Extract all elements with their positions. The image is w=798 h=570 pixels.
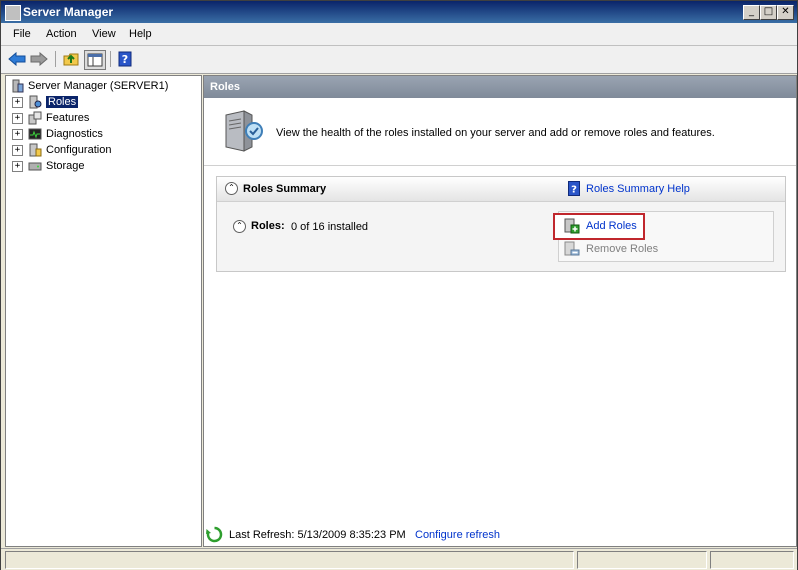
expand-icon[interactable]: + [12,96,23,108]
roles-icon [29,95,42,109]
status-bar [1,548,797,570]
back-button[interactable] [7,50,27,68]
close-button[interactable]: ✕ [777,5,794,20]
tree-item-label: Roles [46,96,79,108]
remove-roles-icon [564,241,580,256]
expand-icon[interactable]: + [12,128,23,140]
menu-view[interactable]: View [92,28,116,40]
details-pane: Roles View the health of the roles insta… [203,75,797,547]
server-manager-window: Server Manager _ □ ✕ File Action View He… [0,0,798,570]
tree-item-roles[interactable]: + Roles [12,94,79,110]
add-roles-icon [564,218,580,234]
collapse-icon[interactable]: ⌃ [225,182,238,195]
storage-icon [28,162,42,171]
menu-help[interactable]: Help [129,28,152,40]
add-roles-action[interactable]: Add Roles [553,213,645,240]
tree-item-storage[interactable]: + Storage [12,158,85,174]
refresh-icon[interactable] [206,526,223,543]
help-button[interactable]: ? [115,50,135,68]
expand-icon[interactable]: + [12,144,23,156]
expand-icon[interactable]: + [12,160,23,172]
show-hide-tree-icon [87,53,103,67]
show-hide-tree-button[interactable] [84,50,106,70]
forward-icon [30,52,48,66]
roles-description-text: View the health of the roles installed o… [276,127,715,139]
back-icon [8,52,26,66]
tree-item-label: Configuration [46,144,112,156]
tree-item-label: Diagnostics [46,128,103,140]
svg-text:?: ? [122,53,128,66]
console-tree: Server Manager (SERVER1) + Roles + Featu… [5,75,202,547]
toolbar: ? [1,46,797,74]
roles-description-banner: View the health of the roles installed o… [204,99,796,166]
server-manager-app-icon [5,5,21,21]
help-icon: ? [568,181,580,196]
diagnostics-icon [28,128,42,140]
remove-roles-link: Remove Roles [586,243,659,255]
status-pane [710,551,794,569]
roles-installed-count: 0 of 16 installed [291,221,369,233]
toolbar-separator [55,51,56,67]
roles-server-icon [225,110,263,152]
server-manager-icon [12,79,24,93]
configure-refresh-link[interactable]: Configure refresh [415,529,500,541]
remove-roles-action[interactable]: Remove Roles [562,240,682,258]
toolbar-separator [110,51,111,67]
add-roles-link: Add Roles [586,220,637,232]
collapse-icon[interactable]: ⌃ [233,220,246,233]
roles-summary-header: ⌃ Roles Summary ? Roles Summary Help [217,177,785,202]
tree-root-server-manager[interactable]: Server Manager (SERVER1) [10,78,168,94]
menu-bar: File Action View Help [1,23,797,46]
tree-item-configuration[interactable]: + Configuration [12,142,111,158]
roles-label: Roles: [251,220,285,232]
status-pane [577,551,707,569]
svg-text:?: ? [571,185,577,196]
tree-item-diagnostics[interactable]: + Diagnostics [12,126,103,142]
help-icon: ? [118,51,132,67]
up-folder-icon [63,53,79,66]
menu-file[interactable]: File [13,28,31,40]
expand-icon[interactable]: + [12,112,23,124]
last-refresh-text: Last Refresh: 5/13/2009 8:35:23 PM [229,529,406,541]
title-bar[interactable]: Server Manager _ □ ✕ [1,1,797,23]
features-icon [28,111,42,125]
roles-summary-section: ⌃ Roles Summary ? Roles Summary Help ⌃ R… [216,176,786,272]
tree-root-label: Server Manager (SERVER1) [28,80,169,92]
tree-item-features[interactable]: + Features [12,110,89,126]
refresh-status-bar: Last Refresh: 5/13/2009 8:35:23 PM Confi… [203,523,795,545]
tree-item-label: Features [46,112,90,124]
forward-button[interactable] [29,50,49,68]
roles-summary-help-link[interactable]: Roles Summary Help [586,183,690,195]
menu-action[interactable]: Action [46,28,77,40]
status-pane [5,551,574,569]
page-title: Roles [210,81,240,93]
maximize-button[interactable]: □ [760,5,777,20]
roles-summary-title: Roles Summary [243,183,327,195]
up-one-level-button[interactable] [61,50,81,68]
minimize-button[interactable]: _ [743,5,760,20]
details-header: Roles [204,76,796,98]
configuration-icon [29,143,42,157]
tree-item-label: Storage [46,160,85,172]
window-title: Server Manager [23,5,114,19]
